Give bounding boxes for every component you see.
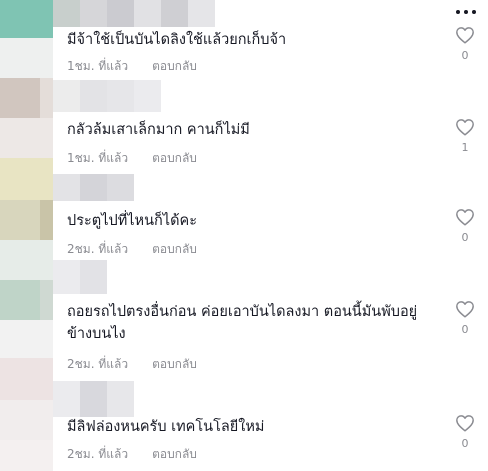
comment-meta: 1ชม. ที่แล้ว ตอบกลับ: [67, 57, 197, 75]
like-column: 0: [452, 300, 478, 337]
heart-outline-icon[interactable]: [455, 414, 475, 432]
more-horizontal-icon: [456, 10, 460, 14]
username-blurred: [53, 174, 134, 201]
comment-time: 2ชม. ที่แล้ว: [67, 447, 129, 461]
reply-button[interactable]: ตอบกลับ: [152, 149, 197, 167]
like-count: 0: [461, 323, 469, 336]
like-count: 1: [461, 141, 469, 154]
reply-button[interactable]: ตอบกลับ: [152, 445, 197, 463]
like-count: 0: [461, 437, 469, 450]
reply-button[interactable]: ตอบกลับ: [152, 240, 197, 258]
like-count: 0: [461, 231, 469, 244]
comment-meta: 2ชม. ที่แล้ว ตอบกลับ: [67, 445, 197, 463]
more-options-button[interactable]: [452, 6, 480, 18]
username-blurred: [53, 381, 134, 417]
comment-time: 2ชม. ที่แล้ว: [67, 242, 129, 256]
heart-outline-icon[interactable]: [455, 300, 475, 318]
heart-outline-icon[interactable]: [455, 26, 475, 44]
username-blurred: [53, 0, 215, 27]
like-column: 0: [452, 208, 478, 245]
comment-time: 2ชม. ที่แล้ว: [67, 357, 129, 371]
heart-outline-icon[interactable]: [455, 208, 475, 226]
comment-meta: 2ชม. ที่แล้ว ตอบกลับ: [67, 355, 197, 373]
comment-meta: 1ชม. ที่แล้ว ตอบกลับ: [67, 149, 197, 167]
comment-list-screen: มีจ้าใช้เป็นบันไดลิงใช้แล้วยกเก็บจ้า 1ชม…: [0, 0, 488, 471]
comment-text: กลัวล้มเสาเล็กมาก คานก็ไม่มี: [67, 122, 250, 138]
more-dot: [464, 10, 468, 14]
heart-outline-icon[interactable]: [455, 118, 475, 136]
username-blurred: [53, 80, 161, 112]
comment-time: 1ชม. ที่แล้ว: [67, 151, 129, 165]
like-count: 0: [461, 49, 469, 62]
like-column: 0: [452, 26, 478, 63]
like-column: 0: [452, 414, 478, 451]
more-dot: [472, 10, 476, 14]
reply-button[interactable]: ตอบกลับ: [152, 57, 197, 75]
comment-text: มีจ้าใช้เป็นบันไดลิงใช้แล้วยกเก็บจ้า: [67, 32, 287, 48]
comment-time: 1ชม. ที่แล้ว: [67, 59, 129, 73]
reply-button[interactable]: ตอบกลับ: [152, 355, 197, 373]
avatar-column-blurred: [0, 0, 53, 471]
comment-text: มีลิฟล่องหนครับ เทคโนโลยีใหม่: [67, 419, 265, 435]
like-column: 1: [452, 118, 478, 155]
comment-meta: 2ชม. ที่แล้ว ตอบกลับ: [67, 240, 197, 258]
comment-text: ถอยรถไปตรงอื่นก่อน ค่อยเอาบันไดลงมา ตอนน…: [67, 304, 418, 342]
username-blurred: [53, 260, 107, 294]
comment-text: ประตูไปที่ไหนก็ได้คะ: [67, 213, 197, 229]
